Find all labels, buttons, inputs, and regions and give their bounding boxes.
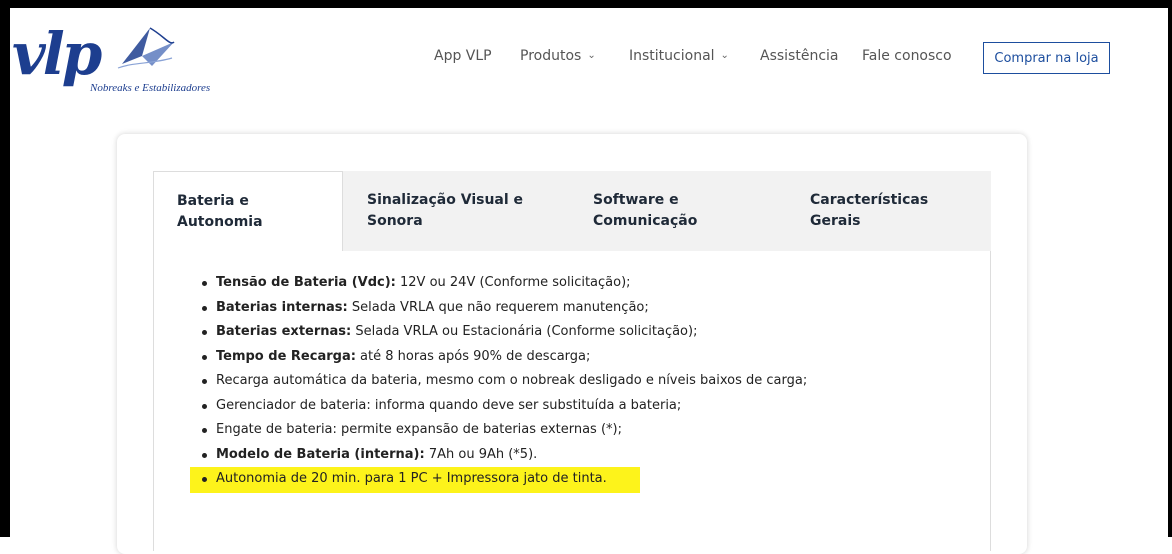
list-item: Baterias externas: Selada VRLA ou Estaci… — [200, 320, 807, 345]
bullet-icon — [202, 403, 207, 409]
logo-sail-icon — [117, 27, 175, 69]
bullet-icon — [202, 379, 207, 384]
tab-label-line1: Sinalização Visual e — [367, 192, 524, 208]
list-item: Modelo de Bateria (interna): 7Ah ou 9Ah … — [200, 443, 807, 468]
list-item-highlighted: Autonomia de 20 min. para 1 PC + Impress… — [200, 467, 807, 492]
frame-left-border — [0, 0, 10, 537]
spec-key: Baterias externas: — [216, 324, 352, 339]
frame-right-border — [1168, 0, 1172, 537]
chevron-down-icon: ⌄ — [720, 50, 729, 61]
tab-label-line2: Comunicação — [593, 213, 698, 229]
tab-label-line2: Sonora — [367, 213, 423, 229]
logo-wordmark: vlp — [12, 20, 102, 88]
nav-item-label: Institucional — [629, 48, 715, 64]
list-item: Engate de bateria: permite expansão de b… — [200, 418, 807, 443]
bullet-icon — [202, 428, 207, 433]
bullet-icon — [202, 281, 207, 286]
spec-key: Baterias internas: — [216, 299, 348, 315]
tab-label-line2: Autonomia — [177, 214, 263, 230]
nav-item-produtos[interactable]: Produtos ⌄ — [520, 48, 596, 64]
nav-item-label: App VLP — [434, 48, 492, 64]
list-item: Baterias internas: Selada VRLA que não r… — [200, 296, 807, 321]
spec-tabs: Bateria e Autonomia Sinalização Visual e… — [153, 171, 991, 253]
bullet-icon — [202, 354, 207, 360]
spec-value: até 8 horas após 90% de descarga; — [355, 348, 591, 364]
list-item: Tensão de Bateria (Vdc): 12V ou 24V (Con… — [200, 271, 807, 296]
spec-key: Tempo de Recarga: — [216, 348, 356, 364]
chevron-down-icon: ⌄ — [587, 50, 596, 61]
tab-label-line2: Gerais — [810, 213, 861, 229]
nav-item-label: Fale conosco — [862, 48, 952, 64]
frame-top-border — [0, 0, 1172, 8]
tab-label-line1: Características — [810, 192, 929, 208]
tab-bateria-autonomia[interactable]: Bateria e Autonomia — [153, 171, 343, 253]
tab-label-line1: Bateria e — [177, 193, 249, 209]
bullet-icon — [202, 305, 207, 311]
tab-caracteristicas-gerais[interactable]: Características Gerais — [810, 171, 990, 251]
spec-list: Tensão de Bateria (Vdc): 12V ou 24V (Con… — [200, 271, 807, 492]
brand-logo[interactable]: vlp Nobreaks e Estabilizadores — [12, 18, 242, 104]
nav-item-institucional[interactable]: Institucional ⌄ — [629, 48, 729, 64]
spec-value: Selada VRLA que não requerem manutenção; — [347, 299, 649, 315]
logo-tagline: Nobreaks e Estabilizadores — [90, 82, 211, 94]
tab-software-comunicacao[interactable]: Software e Comunicação — [593, 171, 809, 251]
spec-key: Modelo de Bateria (interna): — [216, 446, 425, 462]
spec-value: Gerenciador de bateria: informa quando d… — [216, 397, 682, 413]
nav-item-assistencia[interactable]: Assistência — [760, 48, 839, 64]
spec-value: Engate de bateria: permite expansão de b… — [216, 422, 622, 437]
nav-item-label: Assistência — [760, 48, 839, 64]
list-item: Tempo de Recarga: até 8 horas após 90% d… — [200, 345, 807, 370]
bullet-icon — [202, 452, 207, 458]
spec-value: Recarga automática da bateria, mesmo com… — [216, 373, 808, 388]
spec-key: Tensão de Bateria (Vdc): — [216, 275, 396, 290]
bullet-icon — [202, 330, 207, 335]
spec-value: 7Ah ou 9Ah (*5). — [424, 446, 538, 462]
bullet-icon — [202, 477, 207, 482]
list-item: Recarga automática da bateria, mesmo com… — [200, 369, 807, 394]
buy-in-store-button[interactable]: Comprar na loja — [983, 42, 1110, 74]
spec-value: Selada VRLA ou Estacionária (Conforme so… — [351, 324, 698, 339]
nav-item-label: Produtos — [520, 48, 582, 64]
nav-item-fale-conosco[interactable]: Fale conosco — [862, 48, 952, 64]
nav-item-app-vlp[interactable]: App VLP — [434, 48, 492, 64]
spec-value: 12V ou 24V (Conforme solicitação); — [395, 275, 631, 290]
list-item: Gerenciador de bateria: informa quando d… — [200, 394, 807, 419]
spec-value: Autonomia de 20 min. para 1 PC + Impress… — [216, 471, 607, 486]
tab-label-line1: Software e — [593, 192, 679, 208]
tab-sinalizacao[interactable]: Sinalização Visual e Sonora — [343, 171, 593, 251]
